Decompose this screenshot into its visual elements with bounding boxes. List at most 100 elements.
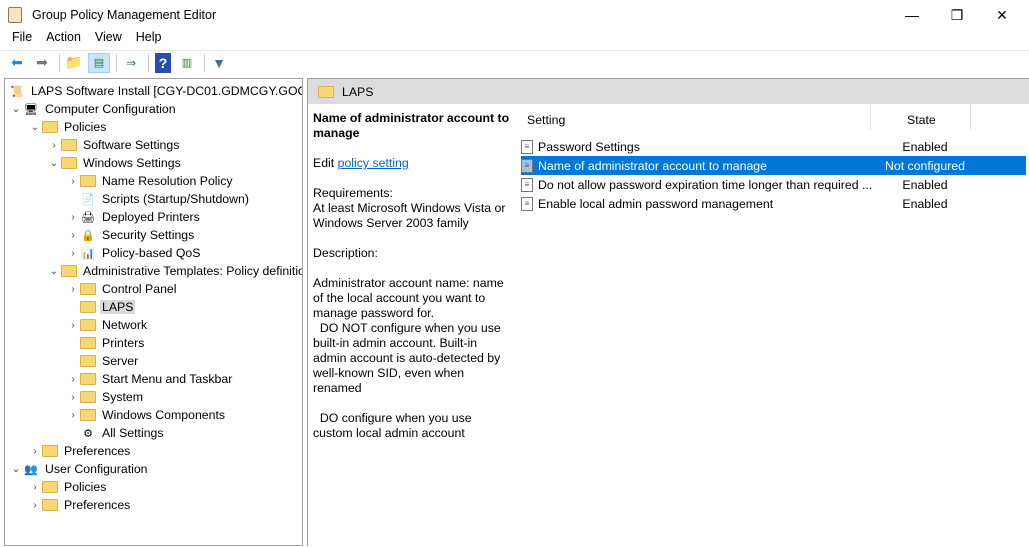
tree-item[interactable]: › Start Menu and Taskbar bbox=[66, 370, 234, 388]
expand-chevron-icon[interactable]: › bbox=[66, 284, 80, 295]
forward-icon[interactable]: ➡ bbox=[31, 53, 53, 73]
folder-icon bbox=[80, 409, 96, 421]
collapse-chevron-icon[interactable]: ⌄ bbox=[9, 104, 23, 115]
tree-item-label[interactable]: Policy-based QoS bbox=[100, 246, 202, 260]
expand-chevron-icon[interactable]: › bbox=[66, 248, 80, 259]
tree-item[interactable]: LAPS bbox=[66, 298, 136, 316]
policy-setting-link[interactable]: policy setting bbox=[338, 156, 409, 170]
show-action-pane-icon[interactable]: ▥ bbox=[176, 53, 198, 73]
security-icon: 🔒 bbox=[81, 229, 95, 242]
expand-chevron-icon[interactable]: › bbox=[47, 140, 61, 151]
menu-action[interactable]: Action bbox=[39, 28, 88, 48]
tree-item-label[interactable]: Software Settings bbox=[81, 138, 181, 152]
description-paragraph-1: Administrator account name: name of the … bbox=[313, 276, 504, 320]
tree-item-label[interactable]: Preferences bbox=[62, 498, 132, 512]
tree-item[interactable]: ⌄ Administrative Templates: Policy defini… bbox=[47, 262, 302, 280]
tree-item-label[interactable]: Security Settings bbox=[100, 228, 196, 242]
tree-item[interactable]: ⌄ 👥 User Configuration bbox=[9, 460, 150, 478]
tree-item[interactable]: › Preferences bbox=[28, 496, 132, 514]
settings-row[interactable]: ≡ Password Settings Enabled bbox=[521, 137, 1026, 156]
tree-item[interactable]: Server bbox=[66, 352, 140, 370]
settings-row[interactable]: ≡ Enable local admin password management E… bbox=[521, 194, 1026, 213]
tree-item-label[interactable]: Control Panel bbox=[100, 282, 179, 296]
tree-item-label[interactable]: LAPS Software Install [CGY-DC01.GDMCGY.G… bbox=[29, 84, 302, 98]
back-icon[interactable]: ⬅ bbox=[6, 53, 28, 73]
tree-item-label[interactable]: Policies bbox=[62, 480, 108, 494]
folder-icon bbox=[318, 85, 334, 98]
column-header-setting[interactable]: Setting bbox=[527, 109, 565, 131]
tree-item[interactable]: 📄 Scripts (Startup/Shutdown) bbox=[66, 190, 251, 208]
tree-item[interactable]: ⌄ 🖥 Computer Configuration bbox=[9, 100, 178, 118]
menu-view[interactable]: View bbox=[88, 28, 129, 48]
tree-item-label[interactable]: Policies bbox=[62, 120, 108, 134]
tree-item[interactable]: › Name Resolution Policy bbox=[66, 172, 235, 190]
tree-item-label[interactable]: System bbox=[100, 390, 145, 404]
details-header: LAPS bbox=[308, 79, 1029, 104]
show-hide-tree-icon[interactable]: ▤ bbox=[88, 52, 110, 73]
export-list-icon[interactable]: ⇒ bbox=[120, 53, 142, 73]
tree-item-label[interactable]: Server bbox=[100, 354, 140, 368]
column-separator[interactable] bbox=[870, 104, 871, 130]
menu-file[interactable]: File bbox=[0, 28, 39, 48]
tree-item[interactable]: › Windows Components bbox=[66, 406, 227, 424]
expand-chevron-icon[interactable]: › bbox=[66, 320, 80, 331]
minimize-button[interactable]: — bbox=[889, 0, 935, 30]
tree-item-label[interactable]: Windows Settings bbox=[81, 156, 183, 170]
expand-chevron-icon[interactable]: › bbox=[66, 410, 80, 421]
expand-chevron-icon[interactable]: › bbox=[66, 392, 80, 403]
collapse-chevron-icon[interactable]: ⌄ bbox=[47, 266, 61, 277]
tree-item-label[interactable]: Preferences bbox=[62, 444, 132, 458]
tree-item[interactable]: › 📊 Policy-based QoS bbox=[66, 244, 202, 262]
tree-item-label[interactable]: Scripts (Startup/Shutdown) bbox=[100, 192, 251, 206]
tree-item[interactable]: › Control Panel bbox=[66, 280, 179, 298]
tree-item-label[interactable]: Computer Configuration bbox=[43, 102, 178, 116]
tree-item-label[interactable]: Administrative Templates: Policy definit… bbox=[81, 264, 302, 278]
tree-item-label[interactable]: Network bbox=[100, 318, 149, 332]
menu-help[interactable]: Help bbox=[129, 28, 169, 48]
tree-item-label[interactable]: Start Menu and Taskbar bbox=[100, 372, 234, 386]
tree-item[interactable]: 📜 LAPS Software Install [CGY-DC01.GDMCGY.… bbox=[9, 82, 302, 100]
column-separator[interactable] bbox=[970, 104, 971, 130]
policy-setting-icon: ≡ bbox=[521, 196, 533, 211]
tree-item[interactable]: ⚙ All Settings bbox=[66, 424, 166, 442]
tree-item[interactable]: › System bbox=[66, 388, 145, 406]
toolbar-separator bbox=[59, 53, 60, 72]
tree-item[interactable]: › 🔒 Security Settings bbox=[66, 226, 196, 244]
tree-item-label[interactable]: Printers bbox=[100, 336, 146, 350]
tree-item-label[interactable]: LAPS bbox=[100, 300, 136, 314]
tree-item-label[interactable]: All Settings bbox=[100, 426, 166, 440]
close-button[interactable]: ✕ bbox=[979, 0, 1025, 30]
tree-item[interactable]: › 🖨 Deployed Printers bbox=[66, 208, 202, 226]
expand-chevron-icon[interactable]: › bbox=[66, 374, 80, 385]
collapse-chevron-icon[interactable]: ⌄ bbox=[9, 464, 23, 475]
tree-item[interactable]: › Network bbox=[66, 316, 149, 334]
tree-item[interactable]: ⌄ Windows Settings bbox=[47, 154, 183, 172]
settings-row[interactable]: ≡ Name of administrator account to manage… bbox=[521, 156, 1026, 175]
settings-row[interactable]: ≡ Do not allow password expiration time l… bbox=[521, 175, 1026, 194]
toolbar-separator bbox=[148, 53, 149, 72]
expand-chevron-icon[interactable]: › bbox=[66, 212, 80, 223]
up-folder-icon[interactable]: 📁 bbox=[63, 53, 85, 73]
collapse-chevron-icon[interactable]: ⌄ bbox=[28, 122, 42, 133]
expand-chevron-icon[interactable]: › bbox=[66, 176, 80, 187]
filter-icon[interactable]: ▼ bbox=[208, 53, 230, 73]
expand-chevron-icon[interactable]: › bbox=[66, 230, 80, 241]
expand-chevron-icon[interactable]: › bbox=[28, 446, 42, 457]
tree-item-label[interactable]: Deployed Printers bbox=[100, 210, 202, 224]
column-header-state[interactable]: State bbox=[907, 109, 936, 131]
collapse-chevron-icon[interactable]: ⌄ bbox=[47, 158, 61, 169]
expand-chevron-icon[interactable]: › bbox=[28, 482, 42, 493]
tree-item[interactable]: ⌄ Policies bbox=[28, 118, 108, 136]
tree-item-label[interactable]: Windows Components bbox=[100, 408, 227, 422]
tree-item[interactable]: Printers bbox=[66, 334, 146, 352]
tree-item-label[interactable]: User Configuration bbox=[43, 462, 150, 476]
help-icon[interactable]: ? bbox=[155, 52, 171, 73]
tree-item[interactable]: › Policies bbox=[28, 478, 108, 496]
tree-item[interactable]: › Preferences bbox=[28, 442, 132, 460]
users-icon: 👥 bbox=[24, 463, 38, 476]
description-title: Name of administrator account to manage bbox=[313, 111, 510, 140]
tree-item-label[interactable]: Name Resolution Policy bbox=[100, 174, 235, 188]
expand-chevron-icon[interactable]: › bbox=[28, 500, 42, 511]
tree-item[interactable]: › Software Settings bbox=[47, 136, 181, 154]
maximize-button[interactable]: ❐ bbox=[934, 0, 980, 30]
